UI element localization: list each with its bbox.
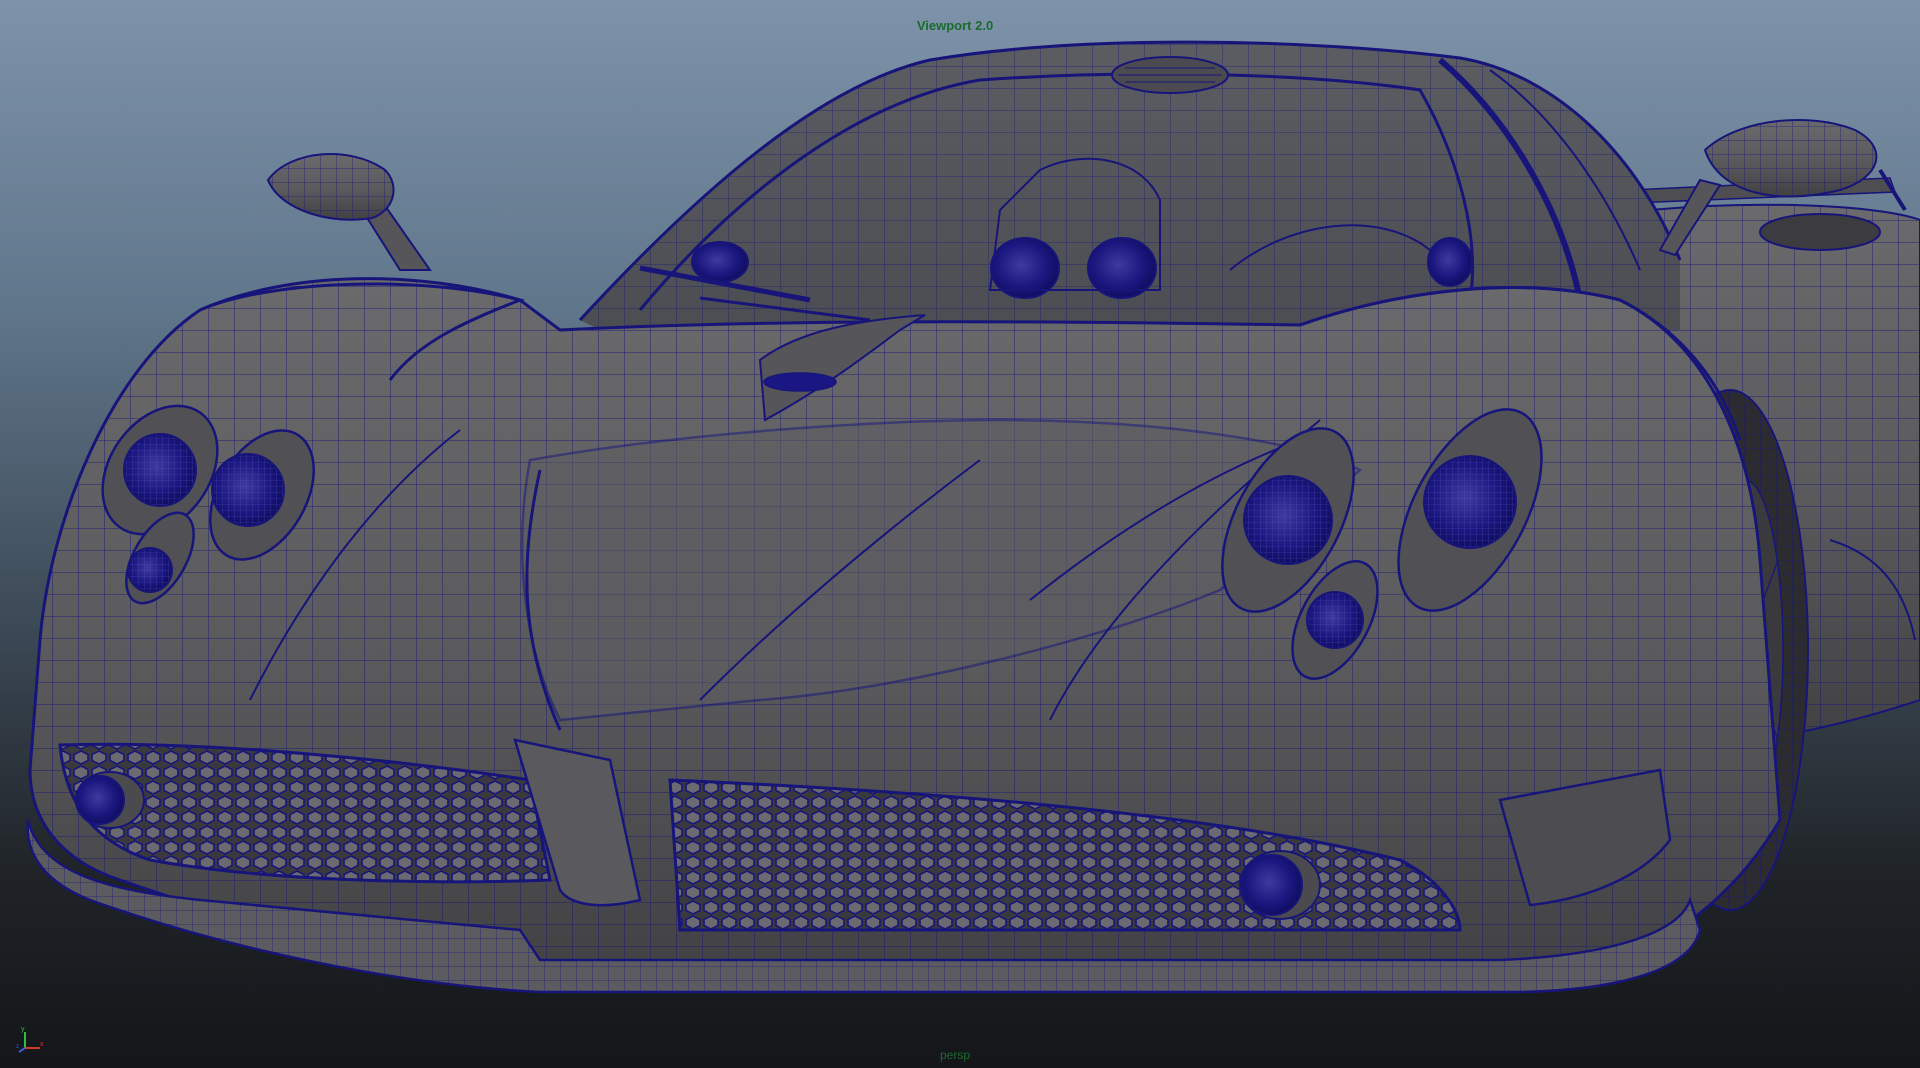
- axis-gizmo-icon: y x z: [16, 1026, 44, 1053]
- maya-viewport[interactable]: Viewport 2.0 persp y x z: [0, 0, 1920, 1068]
- viewport-renderer-label: Viewport 2.0: [916, 18, 994, 33]
- axis-label-x: x: [40, 1041, 44, 1048]
- axis-label-z: z: [16, 1044, 19, 1050]
- camera-name-label: persp: [939, 1048, 971, 1062]
- axis-label-y: y: [21, 1026, 25, 1033]
- left-side-mirror: [266, 153, 432, 271]
- car-model-viewport-scene[interactable]: [0, 0, 1920, 1068]
